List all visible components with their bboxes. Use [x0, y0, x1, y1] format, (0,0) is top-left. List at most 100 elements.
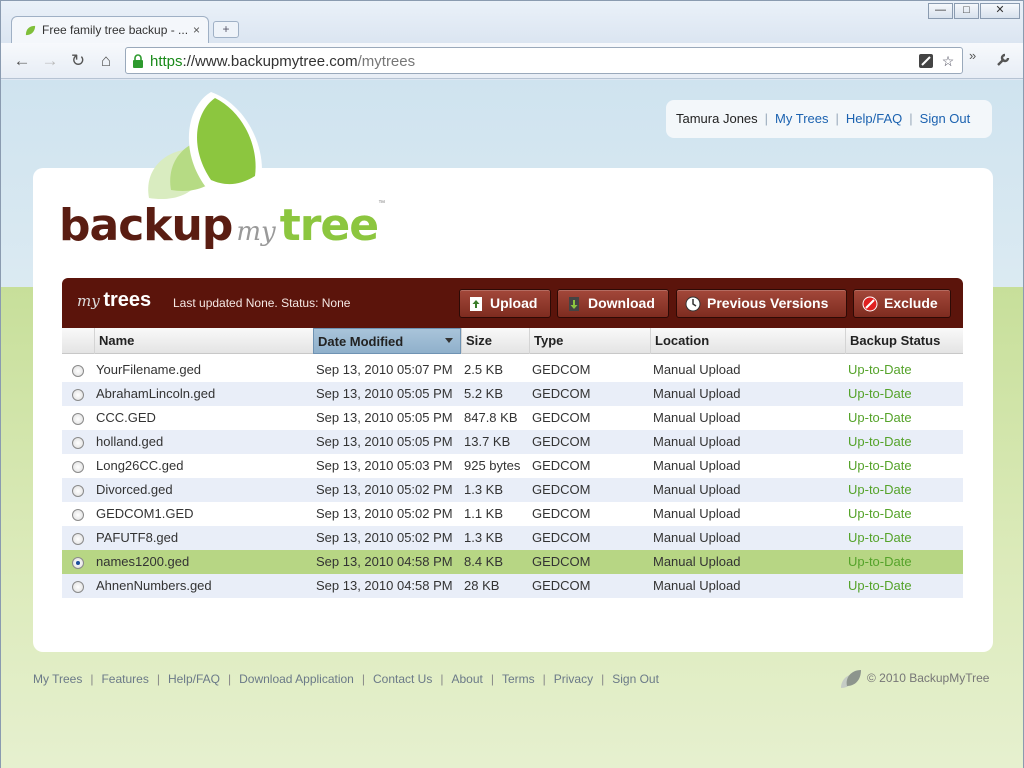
cell-type: GEDCOM: [532, 386, 591, 401]
cell-date-modified: Sep 13, 2010 05:02 PM: [316, 530, 453, 545]
upload-button[interactable]: Upload: [459, 289, 551, 318]
user-nav-my-trees-link[interactable]: My Trees: [775, 111, 828, 126]
logo-leaf-icon: [148, 92, 262, 200]
cell-location: Manual Upload: [653, 482, 741, 497]
site-logo[interactable]: backup mytree™: [59, 200, 385, 251]
table-row[interactable]: AbrahamLincoln.ged Sep 13, 2010 05:05 PM 5…: [62, 382, 963, 406]
user-nav-sign-out-link[interactable]: Sign Out: [920, 111, 971, 126]
cell-backup-status: Up-to-Date: [848, 482, 912, 497]
user-nav-sep: |: [835, 111, 839, 126]
row-select-radio[interactable]: [72, 413, 84, 425]
table-row[interactable]: CCC.GED Sep 13, 2010 05:05 PM 847.8 KB GEDC…: [62, 406, 963, 430]
close-window-button[interactable]: ✕: [980, 3, 1020, 19]
reload-button[interactable]: ↻: [68, 51, 88, 71]
previous-versions-button-label: Previous Versions: [707, 295, 829, 311]
tab-close-icon[interactable]: ×: [193, 23, 200, 37]
back-button[interactable]: ←: [12, 51, 32, 71]
sort-desc-icon: [445, 338, 453, 343]
user-nav-help-link[interactable]: Help/FAQ: [846, 111, 902, 126]
row-select-radio[interactable]: [72, 485, 84, 497]
table-row[interactable]: Long26CC.ged Sep 13, 2010 05:03 PM 925 byt…: [62, 454, 963, 478]
page-action-icon[interactable]: [918, 53, 934, 69]
table-row[interactable]: PAFUTF8.ged Sep 13, 2010 05:02 PM 1.3 KB GE…: [62, 526, 963, 550]
table-header: Name Date Modified Size Type Location Ba…: [62, 328, 963, 354]
row-select-radio[interactable]: [72, 437, 84, 449]
user-nav: Tamura Jones | My Trees | Help/FAQ | Sign Out: [666, 100, 992, 138]
cell-backup-status: Up-to-Date: [848, 362, 912, 377]
row-select-radio[interactable]: [72, 581, 84, 593]
cell-location: Manual Upload: [653, 506, 741, 521]
row-select-radio[interactable]: [72, 365, 84, 377]
browser-tab[interactable]: Free family tree backup - ... ×: [11, 16, 209, 43]
browser-toolbar: ← → ↻ ⌂ https://www.backupmytree.com/myt…: [1, 43, 1023, 79]
browser-window: Free family tree backup - ... × + — □ ✕ …: [0, 0, 1024, 768]
page-content: Tamura Jones | My Trees | Help/FAQ | Sign Out …: [1, 80, 1023, 768]
panel-title-my: my: [77, 292, 100, 310]
cell-date-modified: Sep 13, 2010 05:05 PM: [316, 410, 453, 425]
table-row[interactable]: YourFilename.ged Sep 13, 2010 05:07 PM 2.5…: [62, 358, 963, 382]
table-row[interactable]: AhnenNumbers.ged Sep 13, 2010 04:58 PM 28 …: [62, 574, 963, 598]
cell-type: GEDCOM: [532, 482, 591, 497]
new-tab-button[interactable]: +: [213, 21, 239, 38]
footer-link[interactable]: Download Application: [239, 672, 354, 686]
row-select-radio[interactable]: [72, 509, 84, 521]
column-header-location[interactable]: Location: [650, 328, 845, 354]
bookmark-star-icon[interactable]: ☆: [940, 53, 956, 69]
footer-link[interactable]: Help/FAQ: [168, 672, 220, 686]
table-row[interactable]: Divorced.ged Sep 13, 2010 05:02 PM 1.3 KB G…: [62, 478, 963, 502]
cell-backup-status: Up-to-Date: [848, 410, 912, 425]
cell-location: Manual Upload: [653, 554, 741, 569]
row-select-radio[interactable]: [72, 389, 84, 401]
footer-link[interactable]: Sign Out: [612, 672, 659, 686]
column-header-type[interactable]: Type: [529, 328, 650, 354]
footer-sep: |: [90, 672, 94, 686]
cell-size: 2.5 KB: [464, 362, 504, 377]
column-header-backup-status[interactable]: Backup Status: [845, 328, 963, 354]
cell-location: Manual Upload: [653, 410, 741, 425]
minimize-button[interactable]: —: [928, 3, 953, 19]
cell-name: YourFilename.ged: [96, 362, 202, 377]
url-separator: ://: [182, 53, 196, 70]
user-nav-sep: |: [764, 111, 769, 126]
cell-size: 5.2 KB: [464, 386, 504, 401]
cell-date-modified: Sep 13, 2010 05:07 PM: [316, 362, 453, 377]
footer-link[interactable]: About: [451, 672, 482, 686]
forward-button[interactable]: →: [40, 51, 60, 71]
maximize-button[interactable]: □: [954, 3, 979, 19]
cell-location: Manual Upload: [653, 578, 741, 593]
cell-name: names1200.ged: [96, 554, 190, 569]
table-row[interactable]: GEDCOM1.GED Sep 13, 2010 05:02 PM 1.1 KB GE…: [62, 502, 963, 526]
cell-date-modified: Sep 13, 2010 05:05 PM: [316, 434, 453, 449]
row-select-radio[interactable]: [72, 557, 84, 569]
download-button[interactable]: Download: [557, 289, 669, 318]
address-bar[interactable]: https://www.backupmytree.com/mytrees ☆: [125, 47, 963, 74]
cell-type: GEDCOM: [532, 506, 591, 521]
panel-title-trees: trees: [103, 289, 152, 311]
column-header-date-modified[interactable]: Date Modified: [313, 328, 461, 354]
column-header-select: [62, 328, 94, 354]
logo-tree: tree: [279, 200, 379, 251]
url-host: www.backupmytree.com: [195, 53, 358, 70]
wrench-icon[interactable]: [993, 52, 1013, 70]
footer-link[interactable]: Privacy: [554, 672, 593, 686]
cell-name: AbrahamLincoln.ged: [96, 386, 216, 401]
panel-title: my trees: [77, 289, 151, 312]
previous-versions-button[interactable]: Previous Versions: [676, 289, 847, 318]
home-button[interactable]: ⌂: [96, 51, 116, 71]
cell-size: 1.3 KB: [464, 530, 504, 545]
more-chevron-icon[interactable]: »: [969, 48, 983, 63]
table-row[interactable]: names1200.ged Sep 13, 2010 04:58 PM 8.4 KB…: [62, 550, 963, 574]
row-select-radio[interactable]: [72, 533, 84, 545]
footer-link[interactable]: Contact Us: [373, 672, 432, 686]
cell-backup-status: Up-to-Date: [848, 386, 912, 401]
row-select-radio[interactable]: [72, 461, 84, 473]
url-scheme: https: [150, 53, 183, 70]
table-row[interactable]: holland.ged Sep 13, 2010 05:05 PM 13.7 KB G…: [62, 430, 963, 454]
column-header-size[interactable]: Size: [461, 328, 529, 354]
column-header-name[interactable]: Name: [94, 328, 314, 354]
cell-type: GEDCOM: [532, 362, 591, 377]
footer-link[interactable]: Features: [101, 672, 148, 686]
exclude-button[interactable]: Exclude: [853, 289, 951, 318]
footer-link[interactable]: My Trees: [33, 672, 82, 686]
footer-link[interactable]: Terms: [502, 672, 535, 686]
